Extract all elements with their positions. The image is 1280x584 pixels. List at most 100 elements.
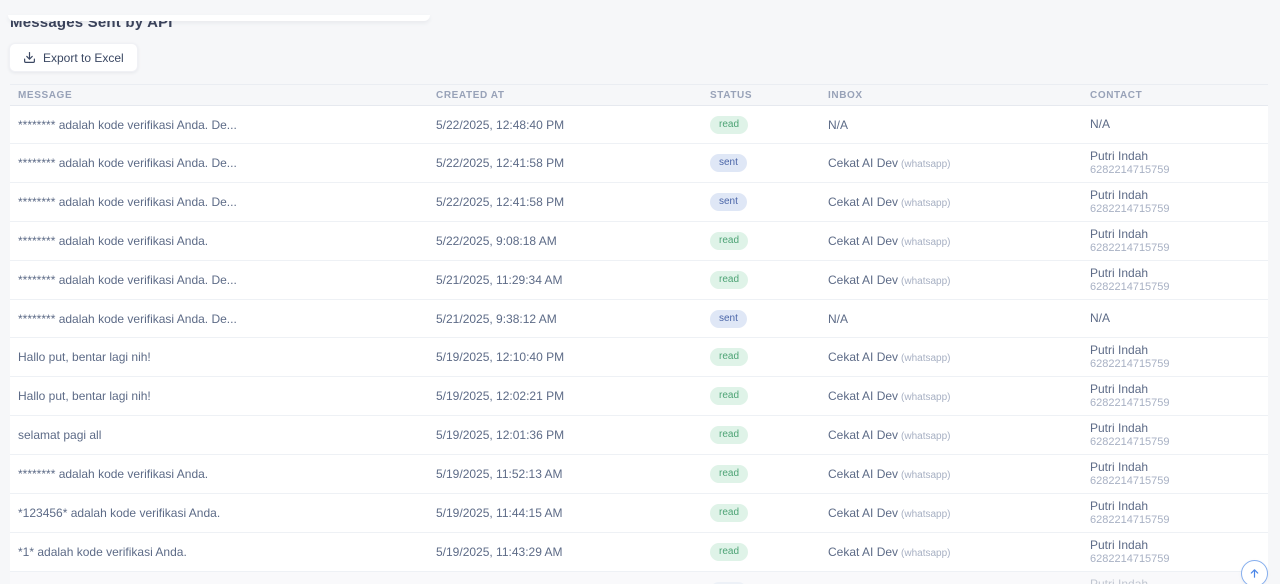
inbox-name: Cekat AI Dev [828, 428, 898, 442]
status-cell: sent [710, 300, 828, 338]
contact-name: Putri Indah [1090, 577, 1260, 584]
table-row: ******** adalah kode verifikasi Anda.5/2… [10, 222, 1268, 261]
status-cell: sent [710, 183, 828, 222]
contact-cell: N/A [1090, 106, 1268, 144]
created-at-cell: 5/19/2025, 11:44:15 AM [436, 494, 710, 533]
filter-card-remnant [8, 15, 430, 21]
contact-name: Putri Indah [1090, 460, 1260, 475]
contact-number: 6282214715759 [1090, 397, 1260, 410]
contact-name: Putri Indah [1090, 188, 1260, 203]
status-badge: read [710, 348, 748, 366]
inbox-channel: (whatsapp) [901, 392, 950, 403]
message-cell: ******** adalah kode verifikasi Anda. [10, 572, 436, 584]
contact-name: Putri Indah [1090, 382, 1260, 397]
table-row: ******** adalah kode verifikasi Anda. De… [10, 300, 1268, 338]
status-badge: sent [710, 193, 747, 211]
status-badge: read [710, 465, 748, 483]
created-at-cell: 5/22/2025, 12:48:40 PM [436, 106, 710, 144]
contact-name: Putri Indah [1090, 149, 1260, 164]
contact-cell: Putri Indah6282214715759 [1090, 455, 1268, 494]
inbox-name: Cekat AI Dev [828, 195, 898, 209]
inbox-cell: Cekat AI Dev(whatsapp) [828, 144, 1090, 183]
contact-name: Putri Indah [1090, 538, 1260, 553]
status-badge: read [710, 271, 748, 289]
column-header-contact: CONTACT [1090, 85, 1268, 106]
message-cell: ******** adalah kode verifikasi Anda. [10, 222, 436, 261]
table-header-row: MESSAGE CREATED AT STATUS INBOX CONTACT [10, 85, 1268, 106]
status-cell: read [710, 377, 828, 416]
inbox-name: Cekat AI Dev [828, 156, 898, 170]
status-badge: read [710, 543, 748, 561]
message-cell: ******** adalah kode verifikasi Anda. [10, 455, 436, 494]
status-cell: read [710, 261, 828, 300]
column-header-status: STATUS [710, 85, 828, 106]
status-cell: read [710, 533, 828, 572]
contact-name: Putri Indah [1090, 266, 1260, 281]
inbox-name: Cekat AI Dev [828, 389, 898, 403]
created-at-cell: 5/21/2025, 11:29:34 AM [436, 261, 710, 300]
message-cell: selamat pagi all [10, 416, 436, 455]
inbox-channel: (whatsapp) [901, 198, 950, 209]
table-row: ******** adalah kode verifikasi Anda. De… [10, 261, 1268, 300]
created-at-cell: 5/19/2025, 11:42:52 AM [436, 572, 710, 584]
table-row: ******** adalah kode verifikasi Anda.5/1… [10, 572, 1268, 584]
status-badge: sent [710, 310, 747, 328]
table-row: Hallo put, bentar lagi nih!5/19/2025, 12… [10, 377, 1268, 416]
created-at-cell: 5/19/2025, 12:01:36 PM [436, 416, 710, 455]
message-cell: ******** adalah kode verifikasi Anda. De… [10, 300, 436, 338]
inbox-name: Cekat AI Dev [828, 350, 898, 364]
contact-number: 6282214715759 [1090, 475, 1260, 488]
scroll-to-top-button[interactable] [1241, 560, 1268, 584]
contact-cell: Putri Indah6282214715759 [1090, 416, 1268, 455]
contact-cell: Putri Indah6282214715759 [1090, 494, 1268, 533]
created-at-cell: 5/22/2025, 12:41:58 PM [436, 183, 710, 222]
message-cell: ******** adalah kode verifikasi Anda. De… [10, 183, 436, 222]
status-cell: read [710, 222, 828, 261]
table-row: selamat pagi all5/19/2025, 12:01:36 PMre… [10, 416, 1268, 455]
contact-number: 6282214715759 [1090, 164, 1260, 177]
contact-cell: Putri Indah6282214715759 [1090, 533, 1268, 572]
messages-sent-page: Messages Sent by API Export to Excel MES… [0, 15, 1280, 584]
inbox-cell: Cekat AI Dev(whatsapp) [828, 572, 1090, 584]
status-cell: read [710, 106, 828, 144]
table-row: *123456* adalah kode verifikasi Anda.5/1… [10, 494, 1268, 533]
contact-cell: Putri Indah6282214715759 [1090, 183, 1268, 222]
table-row: ******** adalah kode verifikasi Anda. De… [10, 183, 1268, 222]
status-cell: read [710, 416, 828, 455]
status-cell: read [710, 494, 828, 533]
status-cell: read [710, 455, 828, 494]
inbox-cell: N/A [828, 106, 1090, 144]
inbox-channel: (whatsapp) [901, 470, 950, 481]
inbox-channel: (whatsapp) [901, 237, 950, 248]
inbox-cell: Cekat AI Dev(whatsapp) [828, 377, 1090, 416]
contact-number: 6282214715759 [1090, 281, 1260, 294]
inbox-channel: (whatsapp) [901, 276, 950, 287]
message-cell: *123456* adalah kode verifikasi Anda. [10, 494, 436, 533]
status-cell: sent [710, 144, 828, 183]
contact-number: 6282214715759 [1090, 436, 1260, 449]
contact-name: N/A [1090, 311, 1260, 326]
inbox-name: Cekat AI Dev [828, 506, 898, 520]
inbox-name: Cekat AI Dev [828, 273, 898, 287]
inbox-channel: (whatsapp) [901, 159, 950, 170]
contact-number: 6282214715759 [1090, 553, 1260, 566]
status-badge: read [710, 116, 748, 134]
contact-number: 6282214715759 [1090, 242, 1260, 255]
inbox-name: Cekat AI Dev [828, 234, 898, 248]
table-row: *1* adalah kode verifikasi Anda.5/19/202… [10, 533, 1268, 572]
inbox-cell: Cekat AI Dev(whatsapp) [828, 416, 1090, 455]
inbox-cell: Cekat AI Dev(whatsapp) [828, 533, 1090, 572]
status-badge: sent [710, 154, 747, 172]
contact-cell: N/A [1090, 300, 1268, 338]
table-row: ******** adalah kode verifikasi Anda.5/1… [10, 455, 1268, 494]
column-header-inbox: INBOX [828, 85, 1090, 106]
created-at-cell: 5/22/2025, 9:08:18 AM [436, 222, 710, 261]
export-to-excel-button[interactable]: Export to Excel [9, 43, 138, 72]
inbox-cell: Cekat AI Dev(whatsapp) [828, 222, 1090, 261]
status-badge: read [710, 426, 748, 444]
message-cell: ******** adalah kode verifikasi Anda. De… [10, 106, 436, 144]
contact-name: Putri Indah [1090, 499, 1260, 514]
inbox-cell: N/A [828, 300, 1090, 338]
created-at-cell: 5/22/2025, 12:41:58 PM [436, 144, 710, 183]
table-row: ******** adalah kode verifikasi Anda. De… [10, 144, 1268, 183]
